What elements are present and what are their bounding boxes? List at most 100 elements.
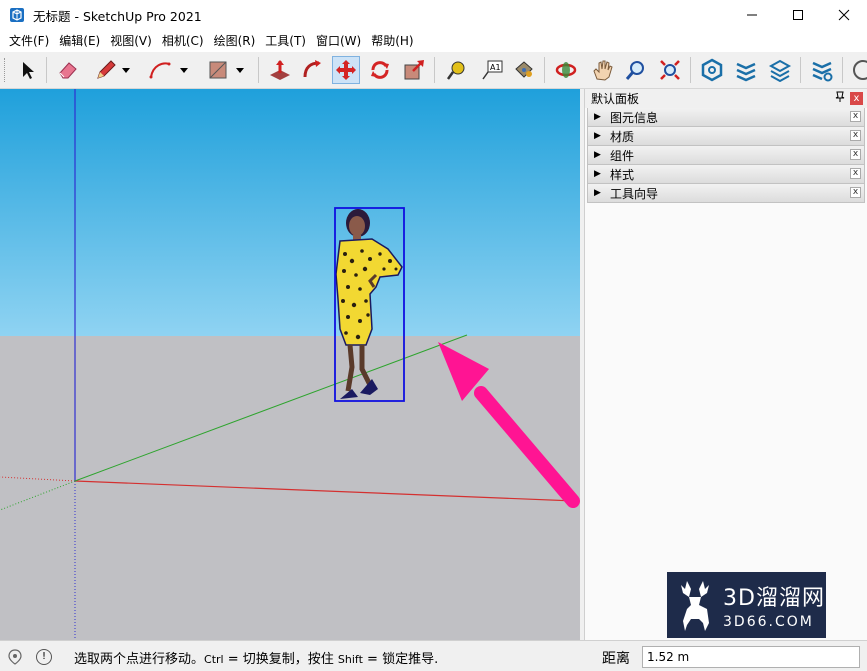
extension-manager-icon: [812, 61, 833, 82]
tray-label: 样式: [610, 167, 635, 182]
arc-tool-button[interactable]: [146, 56, 174, 84]
scale-tool-button[interactable]: [400, 56, 428, 84]
status-message: 选取两个点进行移动。Ctrl = 切换复制，按住 Shift = 锁定推导.: [74, 652, 439, 667]
tray-materials[interactable]: ▶ 材质 x: [587, 127, 865, 146]
deer-logo-icon: [681, 581, 709, 631]
eraser-tool-button[interactable]: [54, 56, 82, 84]
expand-arrow-icon: ▶: [594, 131, 601, 141]
zoom-extents-icon: [660, 60, 680, 80]
measurements-label: 距离: [602, 651, 630, 667]
instructor-info-icon[interactable]: !: [36, 649, 52, 665]
tray-close-button[interactable]: x: [850, 149, 861, 160]
scene-canvas: [0, 89, 580, 640]
menu-camera[interactable]: 相机(C): [157, 30, 209, 52]
tray-entity-info[interactable]: ▶ 图元信息 x: [587, 108, 865, 127]
orbit-icon: [555, 62, 577, 78]
zoom-icon: [625, 61, 644, 80]
more-tools-button[interactable]: [848, 56, 867, 84]
text-icon: A1: [482, 60, 503, 80]
toolbar-separator: [434, 57, 435, 83]
menu-draw[interactable]: 绘图(R): [209, 30, 261, 52]
window-title: 无标题 - SketchUp Pro 2021: [33, 8, 202, 24]
expand-arrow-icon: ▶: [594, 150, 601, 160]
zoom-tool-button[interactable]: [622, 56, 650, 84]
paint-bucket-icon: [515, 61, 533, 78]
warehouse-button[interactable]: [698, 56, 726, 84]
toolbar-separator: [800, 57, 801, 83]
tray-label: 材质: [610, 129, 635, 144]
extension-warehouse-icon: [736, 62, 756, 82]
pan-icon: [593, 60, 613, 81]
tray-instructor[interactable]: ▶ 工具向导 x: [587, 184, 865, 203]
menu-tools[interactable]: 工具(T): [260, 30, 311, 52]
pan-tool-button[interactable]: [588, 56, 616, 84]
default-tray-panel: 默认面板 x ▶ 图元信息 x ▶ 材质 x ▶ 组件 x ▶ 样式 x ▶ 工…: [584, 89, 867, 640]
layout-button[interactable]: [766, 56, 794, 84]
menu-bar: 文件(F) 编辑(E) 视图(V) 相机(C) 绘图(R) 工具(T) 窗口(W…: [0, 30, 867, 52]
minimize-button[interactable]: [729, 0, 775, 30]
info-circle-icon: [853, 60, 867, 80]
menu-view[interactable]: 视图(V): [105, 30, 157, 52]
warehouse-icon: [701, 58, 723, 82]
toolbar-separator: [842, 57, 843, 83]
maximize-icon: [793, 10, 803, 20]
geo-location-icon[interactable]: [8, 649, 22, 665]
expand-arrow-icon: ▶: [594, 169, 601, 179]
text-tool-button[interactable]: A1: [478, 56, 506, 84]
rotate-tool-button[interactable]: [366, 56, 394, 84]
close-button[interactable]: [821, 0, 867, 30]
chevron-down-icon: [122, 68, 130, 73]
tray-label: 工具向导: [610, 186, 659, 201]
tray-label: 图元信息: [610, 110, 659, 125]
extension-manager-button[interactable]: [808, 56, 836, 84]
maximize-button[interactable]: [775, 0, 821, 30]
extension-warehouse-button[interactable]: [732, 56, 760, 84]
tape-measure-icon: [446, 61, 465, 80]
arc-dropdown[interactable]: [176, 56, 192, 84]
select-tool-button[interactable]: [14, 56, 42, 84]
pencil-tool-button[interactable]: [92, 56, 120, 84]
scale-icon: [404, 60, 424, 80]
menu-file[interactable]: 文件(F): [4, 30, 54, 52]
panel-close-button[interactable]: x: [850, 92, 863, 105]
orbit-tool-button[interactable]: [552, 56, 580, 84]
rectangle-dropdown[interactable]: [232, 56, 248, 84]
watermark-text: 3D溜溜网: [723, 586, 825, 611]
rectangle-tool-button[interactable]: [204, 56, 232, 84]
menu-window[interactable]: 窗口(W): [311, 30, 366, 52]
tray-close-button[interactable]: x: [850, 111, 861, 122]
measurements-input[interactable]: 1.52 m: [642, 646, 860, 668]
zoom-extents-tool-button[interactable]: [656, 56, 684, 84]
expand-arrow-icon: ▶: [594, 112, 601, 122]
tray-styles[interactable]: ▶ 样式 x: [587, 165, 865, 184]
menu-edit[interactable]: 编辑(E): [54, 30, 105, 52]
tape-measure-tool-button[interactable]: [442, 56, 470, 84]
toolbar-grip[interactable]: [4, 58, 8, 82]
rotate-icon: [371, 61, 389, 79]
follow-me-tool-button[interactable]: [298, 56, 326, 84]
pin-icon[interactable]: [835, 91, 845, 103]
pencil-dropdown[interactable]: [118, 56, 134, 84]
chevron-down-icon: [180, 68, 188, 73]
push-pull-tool-button[interactable]: [266, 56, 294, 84]
tray-close-button[interactable]: x: [850, 168, 861, 179]
paint-bucket-tool-button[interactable]: [510, 56, 538, 84]
follow-me-icon: [303, 60, 321, 78]
drawing-viewport[interactable]: [0, 89, 580, 640]
tray-close-button[interactable]: x: [850, 130, 861, 141]
svg-text:A1: A1: [490, 63, 501, 72]
toolbar-separator: [258, 57, 259, 83]
tray-components[interactable]: ▶ 组件 x: [587, 146, 865, 165]
expand-arrow-icon: ▶: [594, 188, 601, 198]
panel-title: 默认面板: [591, 92, 640, 106]
ground: [0, 336, 580, 640]
tray-close-button[interactable]: x: [850, 187, 861, 198]
arc-icon: [149, 62, 171, 79]
toolbar: A1: [0, 52, 867, 89]
watermark-subtext: 3D66.COM: [723, 614, 814, 630]
status-bar: ! 选取两个点进行移动。Ctrl = 切换复制，按住 Shift = 锁定推导.…: [0, 640, 867, 671]
menu-help[interactable]: 帮助(H): [366, 30, 418, 52]
chevron-down-icon: [236, 68, 244, 73]
move-tool-button[interactable]: [332, 56, 360, 84]
move-icon: [336, 60, 356, 80]
